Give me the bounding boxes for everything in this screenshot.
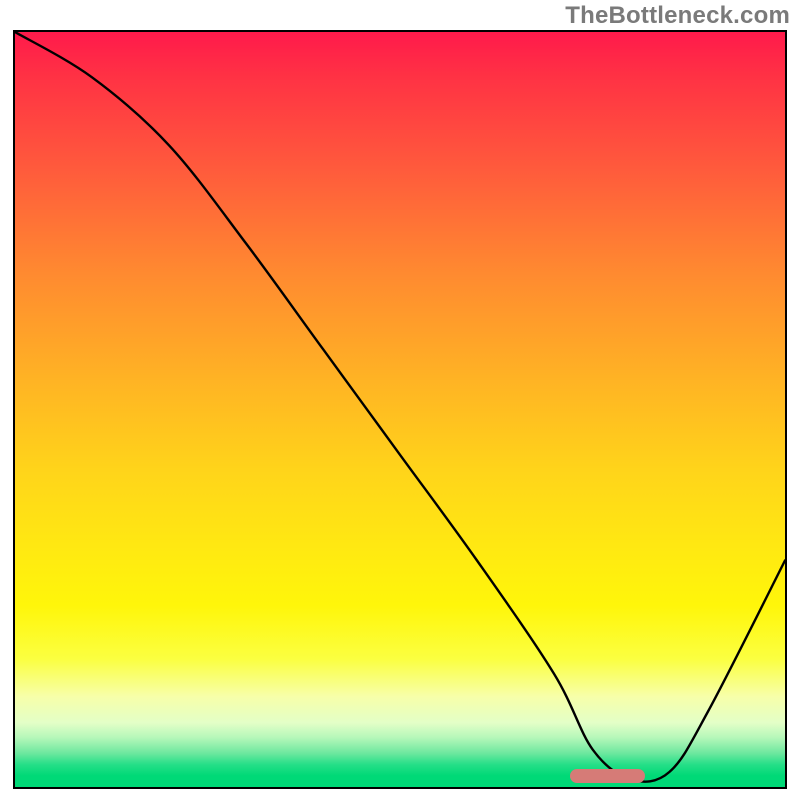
watermark-text: TheBottleneck.com xyxy=(565,2,790,30)
plot-area xyxy=(13,30,787,789)
bottleneck-curve xyxy=(15,32,785,787)
optimum-marker xyxy=(570,769,645,783)
curve-path xyxy=(15,32,785,782)
